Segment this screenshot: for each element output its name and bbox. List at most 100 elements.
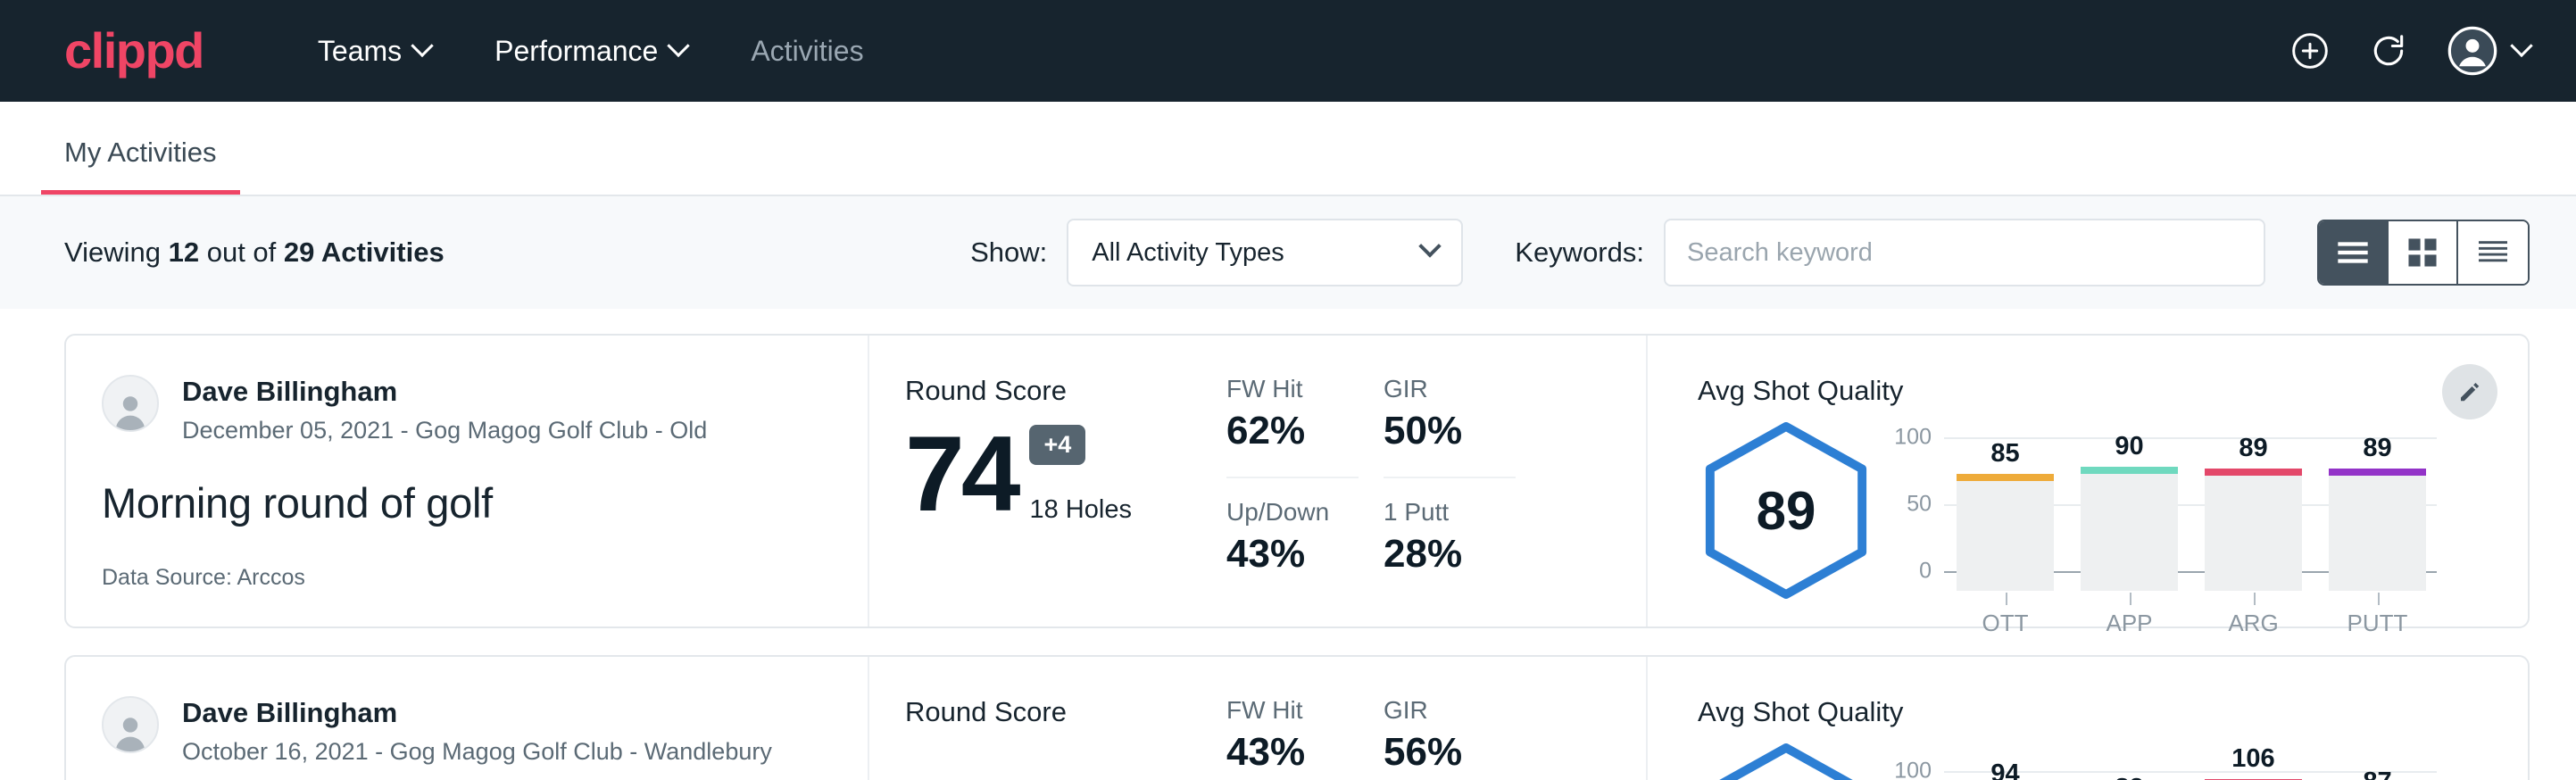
refresh-button[interactable]: [2369, 31, 2408, 71]
chart-x-tick-label: OTT: [1957, 610, 2054, 637]
person-avatar-icon: [109, 710, 152, 751]
edit-activity-button[interactable]: [2442, 364, 2497, 419]
grid-view-button[interactable]: [2389, 221, 2458, 284]
keywords-label: Keywords:: [1515, 236, 1644, 269]
activity-author: Dave Billingham October 16, 2021 - Gog M…: [102, 696, 832, 766]
chart-y-tick-label: 100: [1894, 425, 1932, 451]
brand-logo[interactable]: clippd: [64, 26, 204, 76]
chart-bars: 85OTT 90APP 89ARG 89PUTT: [1957, 432, 2426, 591]
player-name: Dave Billingham: [182, 375, 707, 408]
avg-shot-quality-label: Avg Shot Quality: [1698, 375, 2528, 407]
plus-circle-icon: [2290, 31, 2330, 71]
shot-quality-bar-chart: 05010094OTT82APP106ARG87PUTT: [1944, 734, 2426, 780]
stat-fw-hit-value: 43%: [1226, 730, 1359, 775]
viewing-prefix: Viewing: [64, 236, 169, 268]
chart-bars: 94OTT82APP106ARG87PUTT: [1957, 753, 2426, 780]
stat-gir: GIR 56%: [1384, 696, 1516, 780]
avg-shot-quality-value: 89: [1698, 421, 1874, 600]
chevron-down-icon: [411, 35, 433, 57]
account-avatar-icon: [2447, 26, 2497, 76]
filter-toolbar: Viewing 12 out of 29 Activities Show: Al…: [0, 196, 2576, 309]
chart-bar-fill: [2205, 472, 2302, 592]
stat-fw-hit: FW Hit 62%: [1226, 375, 1359, 478]
stat-gir-label: GIR: [1384, 696, 1516, 725]
nav-item-performance-label: Performance: [494, 35, 658, 68]
chart-y-tick-label: 100: [1894, 758, 1932, 780]
activity-type-select[interactable]: All Activity Types: [1067, 219, 1463, 286]
list-view-icon: [2335, 239, 2371, 266]
chart-bar-value-label: 89: [2205, 434, 2302, 463]
compact-view-button[interactable]: [2458, 221, 2528, 284]
stat-up-down-value: 43%: [1226, 532, 1359, 577]
round-score-label: Round Score: [905, 696, 1226, 728]
activity-summary-column: Dave Billingham December 05, 2021 - Gog …: [66, 336, 869, 626]
chart-bar-cap: [2205, 469, 2302, 476]
chart-x-tick-label: PUTT: [2329, 610, 2426, 637]
activity-author: Dave Billingham December 05, 2021 - Gog …: [102, 375, 832, 444]
stat-one-putt: 1 Putt 28%: [1384, 498, 1516, 600]
activity-card-list: Dave Billingham December 05, 2021 - Gog …: [0, 309, 2576, 780]
stat-one-putt-label: 1 Putt: [1384, 498, 1516, 527]
view-mode-toggle-group: [2317, 220, 2530, 286]
stat-fw-hit: FW Hit 43%: [1226, 696, 1359, 780]
stat-up-down: Up/Down 43%: [1226, 498, 1359, 600]
nav-item-teams[interactable]: Teams: [286, 35, 462, 68]
avatar: [102, 375, 159, 432]
holes-played: 18 Holes: [1029, 495, 1131, 525]
chart-bar-arg: 89ARG: [2205, 432, 2302, 591]
score-to-par-badge: +4: [1029, 425, 1085, 465]
list-view-button[interactable]: [2319, 221, 2389, 284]
round-stats-grid: FW Hit 43% GIR 56%: [1226, 657, 1646, 780]
avg-shot-quality-hexagon: 89: [1698, 421, 1874, 600]
show-label: Show:: [970, 236, 1047, 269]
chart-bar-cap: [2329, 469, 2426, 476]
chart-x-tick: [2006, 593, 2007, 605]
search-input[interactable]: [1664, 219, 2265, 286]
chart-x-tick: [2254, 593, 2256, 605]
nav-item-activities-label: Activities: [751, 35, 863, 68]
round-score-label: Round Score: [905, 375, 1226, 407]
stat-one-putt-value: 28%: [1384, 532, 1516, 577]
avg-shot-quality-column: Avg Shot Quality 05010094OTT82APP106ARG8…: [1646, 657, 2528, 780]
compact-view-icon: [2475, 238, 2511, 267]
activity-title: Morning round of golf: [102, 478, 832, 527]
chart-bar-fill: [2329, 472, 2426, 592]
chart-bar-value-label: 82: [2081, 774, 2178, 780]
activity-meta: October 16, 2021 - Gog Magog Golf Club -…: [182, 738, 772, 766]
chart-y-tick-label: 0: [1919, 559, 1932, 585]
chart-x-tick: [2130, 593, 2131, 605]
person-avatar-icon: [109, 389, 152, 430]
stat-gir-value: 56%: [1384, 730, 1516, 775]
nav-actions: [2290, 26, 2530, 76]
viewing-total: 29 Activities: [284, 236, 445, 268]
activity-card[interactable]: Dave Billingham October 16, 2021 - Gog M…: [64, 655, 2530, 780]
round-score-column: Round Score: [869, 657, 1226, 780]
chevron-down-icon: [668, 35, 690, 57]
page-tab-bar: My Activities: [0, 102, 2576, 196]
chart-bar-value-label: 106: [2205, 744, 2302, 774]
nav-item-activities[interactable]: Activities: [719, 35, 895, 68]
chart-bar-app: 90APP: [2081, 432, 2178, 591]
chart-bar-ott: 85OTT: [1957, 432, 2054, 591]
chart-bar-value-label: 94: [1957, 759, 2054, 780]
avg-shot-quality-label: Avg Shot Quality: [1698, 696, 2528, 728]
chart-bar-putt: 89PUTT: [2329, 432, 2426, 591]
player-name: Dave Billingham: [182, 696, 772, 729]
chart-bar-fill: [2081, 470, 2178, 591]
stat-gir-label: GIR: [1384, 375, 1516, 403]
activity-card[interactable]: Dave Billingham December 05, 2021 - Gog …: [64, 334, 2530, 628]
top-navigation-bar: clippd Teams Performance Activities: [0, 0, 2576, 102]
chart-bar-value-label: 89: [2329, 434, 2426, 463]
nav-item-performance[interactable]: Performance: [462, 35, 719, 68]
activity-summary-column: Dave Billingham October 16, 2021 - Gog M…: [66, 657, 869, 780]
chart-x-tick-label: APP: [2081, 610, 2178, 637]
refresh-icon: [2369, 31, 2408, 71]
activity-type-select-value: All Activity Types: [1092, 238, 1284, 268]
chart-bar-arg: 106ARG: [2205, 753, 2302, 780]
add-button[interactable]: [2290, 31, 2330, 71]
avg-shot-quality-column: Avg Shot Quality 89 05010085OTT90APP89AR…: [1646, 336, 2528, 626]
tab-my-activities[interactable]: My Activities: [41, 137, 240, 195]
chart-bar-putt: 87PUTT: [2329, 753, 2426, 780]
account-menu-button[interactable]: [2447, 26, 2530, 76]
chart-x-tick: [2378, 593, 2380, 605]
